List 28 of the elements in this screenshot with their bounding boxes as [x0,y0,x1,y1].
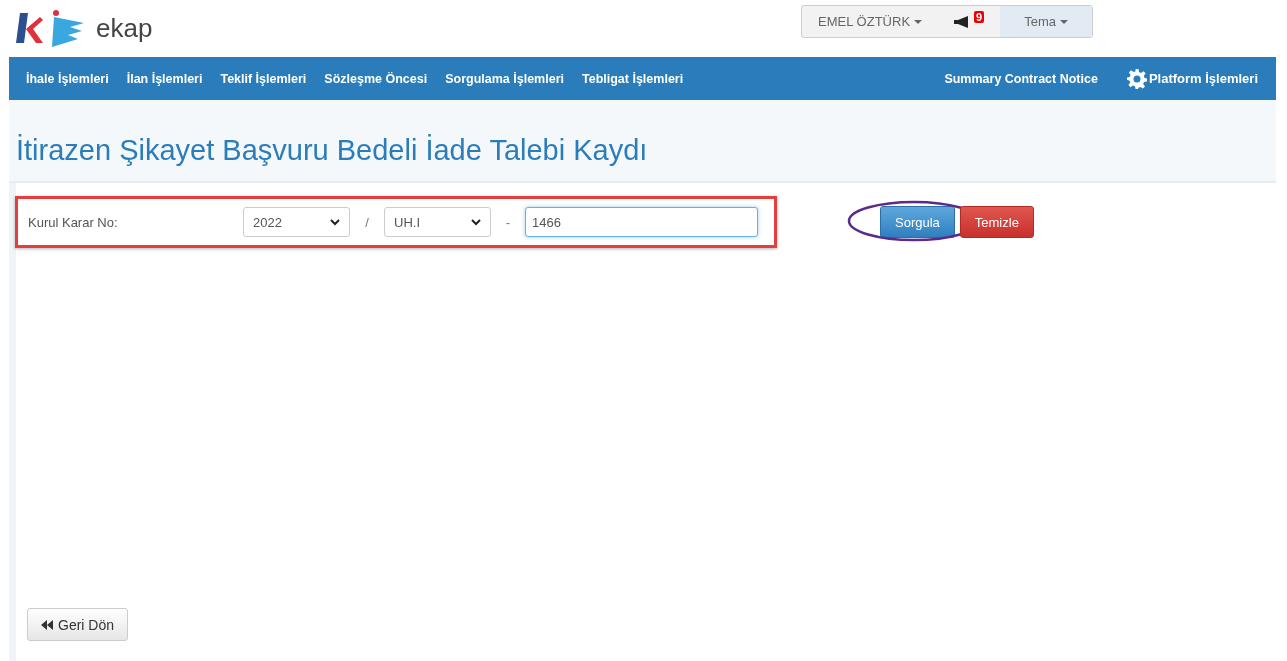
nav-item[interactable]: Teklif İşlemleri [211,71,316,86]
gear-icon [1126,68,1147,89]
nav-item[interactable]: İlan İşlemleri [117,71,212,86]
nav-item[interactable]: İhale İşlemleri [17,71,118,86]
query-button[interactable]: Sorgula [880,206,955,238]
type-select[interactable]: UH.I [384,207,491,237]
nav-item[interactable]: Summary Contract Notice [935,71,1107,86]
backward-icon [41,619,53,630]
notification-badge: 9 [974,10,985,23]
megaphone-icon [954,15,971,28]
back-button[interactable]: Geri Dön [27,608,129,641]
nav-item[interactable]: Sorgulama İşlemleri [436,71,573,86]
clear-button[interactable]: Temizle [959,206,1034,238]
nav-item[interactable]: Platform İşlemleri [1106,68,1267,89]
user-menu[interactable]: EMEL ÖZTÜRK [802,6,939,37]
field-label: Kurul Karar No: [28,214,119,230]
number-input[interactable]: 1466 [525,207,758,237]
chevron-icon [330,218,340,226]
theme-menu[interactable]: Tema [1000,6,1092,37]
notification-button[interactable]: 9 [938,6,1001,37]
year-select[interactable]: 2022 [243,207,350,237]
chevron-icon [471,218,481,226]
separator-text: - [504,214,512,230]
page-title: İtirazen Şikayet Başvuru Bedeli İade Talebi Kaydı [9,100,1276,181]
separator-text: / [364,214,370,230]
nav-item[interactable]: Sözleşme Öncesi [315,71,437,86]
nav-item[interactable]: Tebligat İşlemleri [573,71,693,86]
logo-text: ekap [96,13,153,44]
